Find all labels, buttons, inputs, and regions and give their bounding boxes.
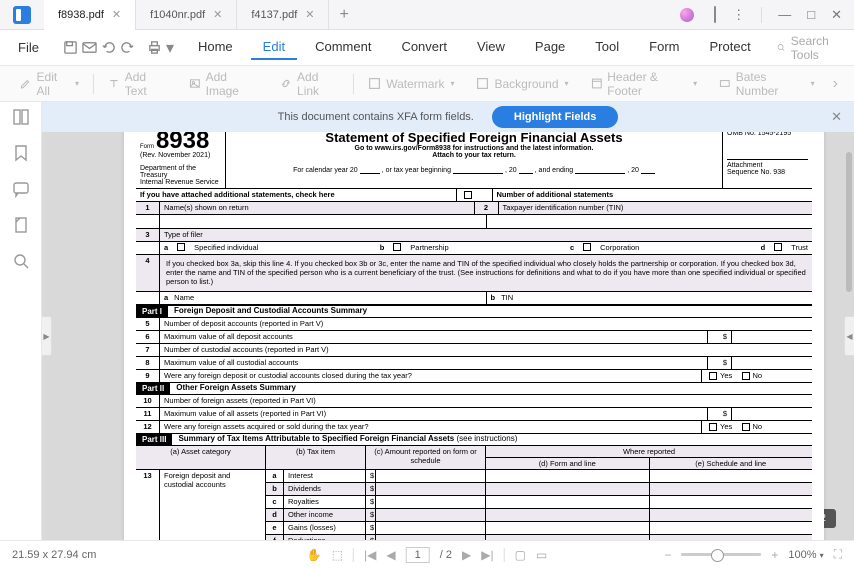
menu-convert[interactable]: Convert: [389, 35, 459, 60]
add-tab-button[interactable]: +: [329, 6, 358, 24]
zoom-level[interactable]: 100% ▾: [788, 549, 823, 561]
title-bar: f8938.pdf ✕ f1040nr.pdf ✕ f4137.pdf ✕ + …: [0, 0, 854, 30]
mail-icon[interactable]: [82, 36, 97, 60]
last-page-button[interactable]: ▶|: [481, 548, 493, 562]
xfa-message: This document contains XFA form fields.: [278, 111, 474, 123]
tab-f4137[interactable]: f4137.pdf ✕: [237, 0, 329, 30]
tab-f1040nr[interactable]: f1040nr.pdf ✕: [136, 0, 237, 30]
zoom-controls: − + 100% ▾ ⛶: [664, 547, 842, 562]
search-panel-icon[interactable]: [12, 252, 30, 270]
expand-right-panel-icon[interactable]: ◀: [844, 316, 854, 356]
left-sidebar: [0, 102, 42, 540]
form-checkbox[interactable]: [742, 372, 750, 380]
kebab-menu-icon[interactable]: ⋮: [732, 7, 745, 23]
print-dropdown-icon[interactable]: ▾: [166, 36, 174, 60]
close-tab-icon[interactable]: ✕: [112, 8, 121, 21]
toolbar-more-icon[interactable]: ›: [827, 75, 844, 93]
page-navigation: ✋ ⬚ |◀ ◀ 1 / 2 ▶ ▶| ▢ ▭: [307, 547, 548, 563]
print-icon[interactable]: [147, 36, 162, 60]
form-checkbox[interactable]: [177, 243, 185, 251]
form-checkbox[interactable]: [709, 372, 717, 380]
menu-home[interactable]: Home: [186, 35, 245, 60]
menu-comment[interactable]: Comment: [303, 35, 383, 60]
add-text-button[interactable]: Add Text: [98, 66, 177, 102]
fit-width-icon[interactable]: ▭: [536, 548, 547, 562]
form-checkbox[interactable]: [742, 423, 750, 431]
zoom-out-button[interactable]: −: [664, 548, 671, 562]
thumbnails-icon[interactable]: [12, 108, 30, 126]
bookmarks-icon[interactable]: [12, 144, 30, 162]
close-tab-icon[interactable]: ✕: [213, 8, 222, 21]
edit-all-button[interactable]: Edit All▾: [10, 66, 89, 102]
window-controls: ⋮ — □ ✕: [668, 7, 854, 23]
save-icon[interactable]: [63, 36, 78, 60]
message-icon[interactable]: [714, 7, 716, 22]
status-bar: 21.59 x 27.94 cm ✋ ⬚ |◀ ◀ 1 / 2 ▶ ▶| ▢ ▭…: [0, 540, 854, 568]
pdf-page: Form 8938 (Rev. November 2021) Departmen…: [124, 132, 824, 540]
xfa-banner: This document contains XFA form fields. …: [42, 102, 854, 132]
hand-tool-icon[interactable]: ✋: [307, 548, 322, 562]
tab-strip: f8938.pdf ✕ f1040nr.pdf ✕ f4137.pdf ✕ +: [44, 0, 668, 30]
ai-icon[interactable]: [680, 8, 694, 22]
app-icon[interactable]: [8, 1, 36, 29]
background-button[interactable]: Background▾: [466, 73, 578, 95]
page-current-input[interactable]: 1: [406, 547, 430, 563]
next-page-button[interactable]: ▶: [462, 548, 471, 562]
search-icon: [777, 41, 785, 54]
search-placeholder: Search Tools: [791, 34, 834, 62]
vertical-scrollbar[interactable]: [846, 152, 852, 292]
close-tab-icon[interactable]: ✕: [305, 8, 314, 21]
file-menu[interactable]: File: [6, 40, 51, 55]
watermark-button[interactable]: Watermark▾: [358, 73, 464, 95]
highlight-fields-button[interactable]: Highlight Fields: [492, 106, 619, 128]
minimize-button[interactable]: —: [778, 7, 791, 22]
bates-number-button[interactable]: Bates Number▾: [709, 66, 825, 102]
tab-label: f8938.pdf: [58, 9, 104, 21]
comments-icon[interactable]: [12, 180, 30, 198]
menu-protect[interactable]: Protect: [698, 35, 763, 60]
redo-icon[interactable]: [120, 36, 135, 60]
header-right-icons: [848, 36, 854, 60]
form-header: Form 8938 (Rev. November 2021) Departmen…: [136, 132, 812, 189]
add-link-button[interactable]: Add Link: [270, 66, 349, 102]
add-image-button[interactable]: Add Image: [179, 66, 268, 102]
attachments-icon[interactable]: [12, 216, 30, 234]
menu-view[interactable]: View: [465, 35, 517, 60]
fit-page-icon[interactable]: ▢: [515, 548, 526, 562]
tab-label: f4137.pdf: [251, 9, 297, 21]
menu-tool[interactable]: Tool: [583, 35, 631, 60]
form-checkbox[interactable]: [464, 191, 472, 199]
main-menu: Home Edit Comment Convert View Page Tool…: [186, 35, 763, 60]
menu-form[interactable]: Form: [637, 35, 691, 60]
page-total: / 2: [440, 549, 452, 561]
undo-icon[interactable]: [101, 36, 116, 60]
zoom-in-button[interactable]: +: [771, 548, 778, 562]
maximize-button[interactable]: □: [807, 7, 815, 22]
tab-f8938[interactable]: f8938.pdf ✕: [44, 0, 136, 30]
fullscreen-icon[interactable]: ⛶: [834, 547, 842, 562]
edit-toolbar: Edit All▾ Add Text Add Image Add Link Wa…: [0, 66, 854, 102]
expand-left-panel-icon[interactable]: ▶: [42, 316, 52, 356]
document-viewport[interactable]: ▶ ◀ 1 / 2 Form 8938 (Rev. November 2021)…: [42, 132, 854, 540]
search-tools[interactable]: Search Tools: [767, 34, 844, 62]
header-footer-button[interactable]: Header & Footer▾: [581, 66, 708, 102]
prev-page-button[interactable]: ◀: [386, 548, 395, 562]
tab-label: f1040nr.pdf: [150, 9, 205, 21]
menu-page[interactable]: Page: [523, 35, 577, 60]
form-checkbox[interactable]: [393, 243, 401, 251]
first-page-button[interactable]: |◀: [364, 548, 376, 562]
menu-bar: File ▾ Home Edit Comment Convert View Pa…: [0, 30, 854, 66]
menu-edit[interactable]: Edit: [251, 35, 297, 60]
form-checkbox[interactable]: [774, 243, 782, 251]
select-tool-icon[interactable]: ⬚: [332, 548, 343, 562]
zoom-slider[interactable]: [681, 553, 761, 556]
form-checkbox[interactable]: [709, 423, 717, 431]
close-banner-icon[interactable]: ✕: [831, 109, 842, 125]
form-checkbox[interactable]: [583, 243, 591, 251]
close-window-button[interactable]: ✕: [831, 7, 842, 23]
page-dimensions: 21.59 x 27.94 cm: [12, 549, 96, 561]
